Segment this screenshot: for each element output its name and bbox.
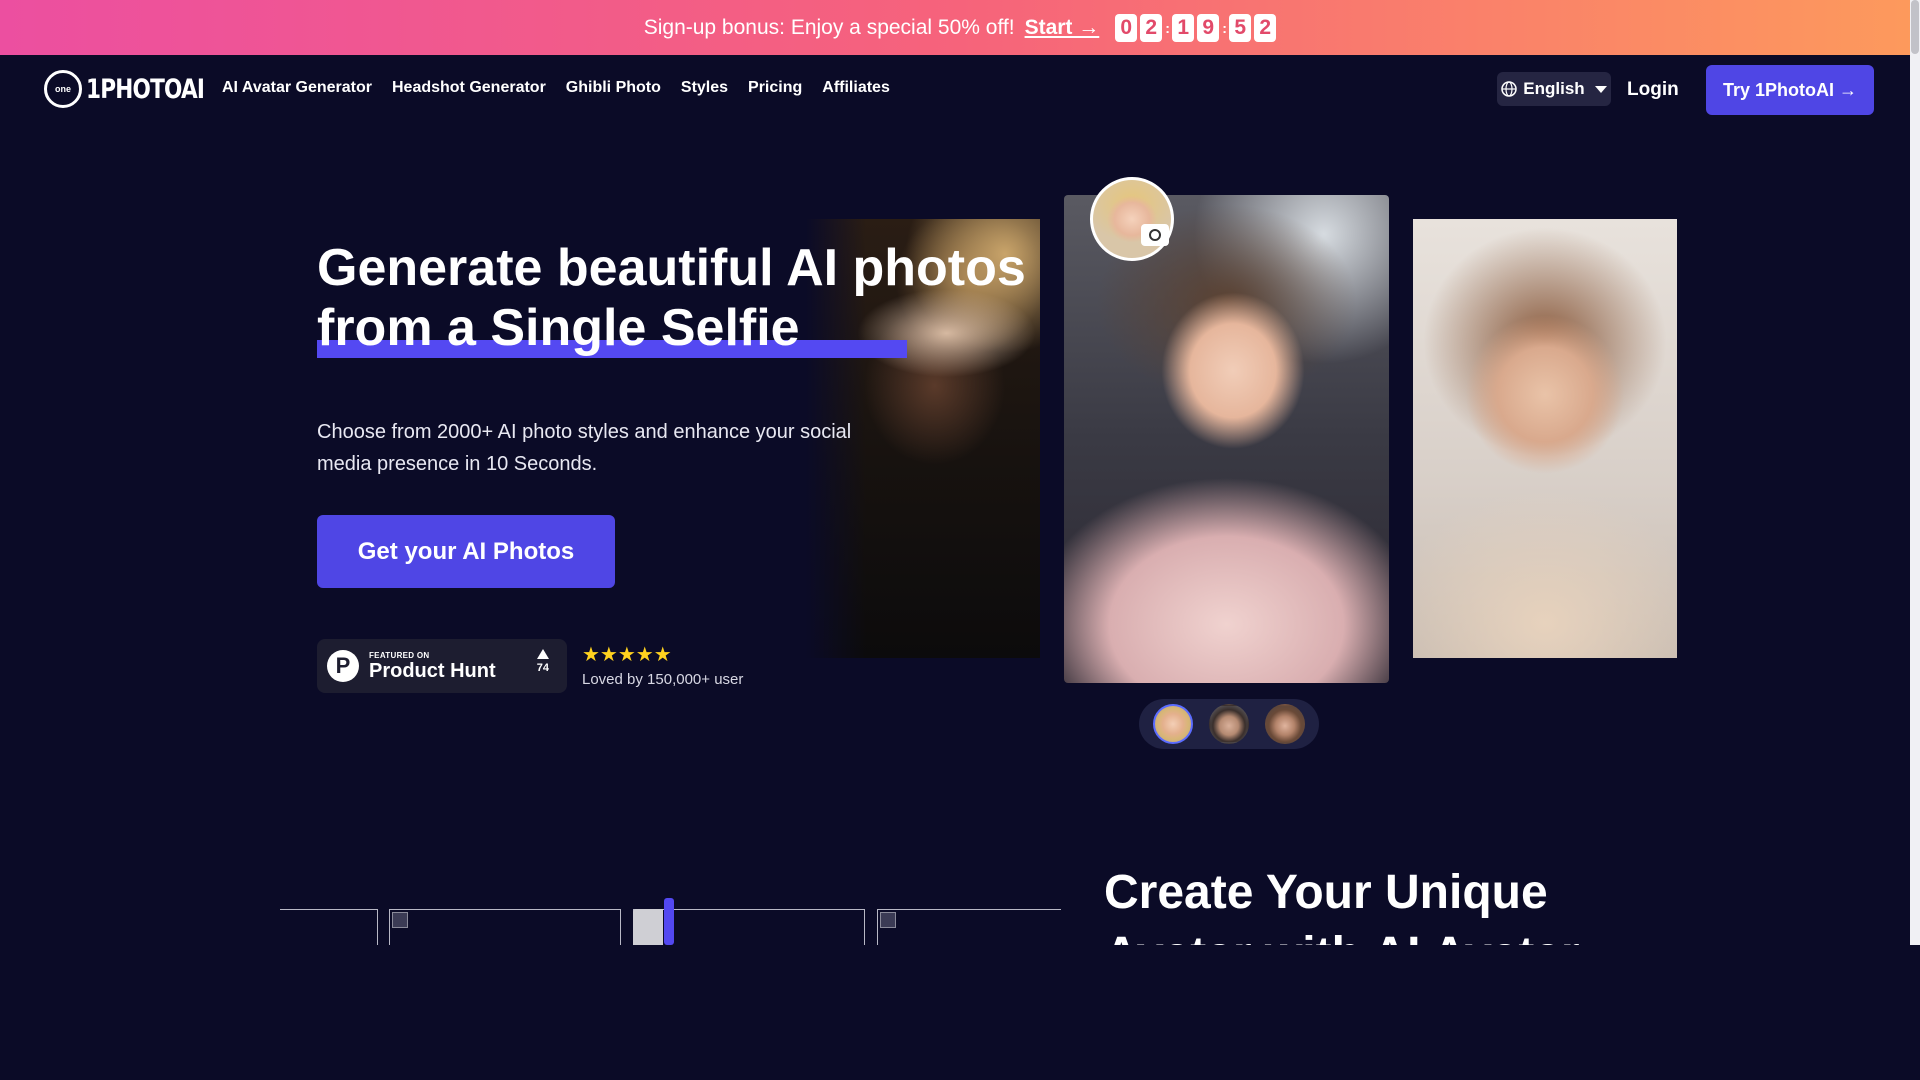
globe-icon [1501, 81, 1518, 97]
try-1photoai-button[interactable]: Try 1PhotoAI → [1706, 65, 1874, 115]
countdown-digit: 0 [1115, 13, 1138, 42]
gallery-accent-bar [664, 898, 674, 945]
switcher-thumb-blonde[interactable] [1153, 704, 1193, 744]
product-hunt-featured: FEATURED ON [369, 650, 430, 660]
gallery-frame [877, 909, 1061, 945]
nav-link-headshot-generator[interactable]: Headshot Generator [392, 79, 546, 97]
promo-text: Sign-up bonus: Enjoy a special 50% off! [643, 15, 1015, 39]
camera-icon [1141, 224, 1169, 246]
language-select[interactable]: English [1497, 72, 1611, 106]
hero-title: Generate beautiful AI photos from a Sing… [317, 238, 1037, 358]
rating-text: Loved by 150,000+ user [582, 671, 744, 688]
nav-link-ai-avatar-generator[interactable]: AI Avatar Generator [222, 79, 372, 97]
star-rating-icons: ★★★★★ [582, 644, 672, 666]
promo-banner: Sign-up bonus: Enjoy a special 50% off! … [0, 0, 1920, 55]
hero-title-line1: Generate beautiful AI photos [317, 239, 1026, 297]
countdown-separator: : [1165, 19, 1170, 36]
selfie-avatar [1090, 177, 1174, 261]
style-switcher [1139, 699, 1319, 749]
hero-title-line2: from a Single Selfie [317, 299, 800, 357]
promo-start-link[interactable]: Start → [1025, 16, 1100, 40]
hero-subtitle: Choose from 2000+ AI photo styles and en… [317, 421, 852, 475]
user-rating: ★★★★★ Loved by 150,000+ user [582, 645, 743, 688]
chevron-down-icon [1594, 85, 1607, 93]
nav-link-affiliates[interactable]: Affiliates [822, 79, 890, 97]
top-navbar: one 1PHOTOAI AI Avatar Generator Headsho… [0, 55, 1900, 125]
gallery-card [633, 909, 663, 945]
section-title: Create Your Unique Avatar with AI Avatar [1104, 866, 1580, 945]
login-link[interactable]: Login [1627, 79, 1679, 101]
nav-link-styles[interactable]: Styles [681, 79, 728, 97]
nav-links: AI Avatar Generator Headshot Generator G… [222, 79, 890, 97]
broken-image-icon [392, 912, 408, 928]
vote-count: 74 [536, 662, 549, 674]
upvote-icon [536, 649, 549, 659]
hero-photo-short-hair [1413, 219, 1677, 658]
logo-text: 1PHOTOAI [86, 73, 205, 105]
broken-image-icon [880, 912, 896, 928]
countdown-digit: 2 [1254, 13, 1277, 42]
countdown-digit: 1 [1172, 13, 1195, 42]
gallery-frame [389, 909, 621, 945]
countdown-digit: 2 [1140, 13, 1163, 42]
logo-badge: one [44, 70, 82, 108]
switcher-thumb-man[interactable] [1209, 704, 1249, 744]
countdown-separator: : [1222, 19, 1227, 36]
countdown-timer: 0 2 : 1 9 : 5 2 [1115, 13, 1277, 42]
product-hunt-name: Product Hunt [369, 659, 496, 682]
product-hunt-badge[interactable]: P FEATURED ON Product Hunt 74 [317, 639, 567, 693]
product-hunt-icon: P [327, 650, 359, 682]
hero-photo-vintage-tiara [1064, 195, 1389, 683]
nav-link-pricing[interactable]: Pricing [748, 79, 802, 97]
scrollbar-thumb[interactable] [1911, 0, 1919, 54]
page-scrollbar[interactable] [1910, 0, 1920, 945]
product-hunt-text: FEATURED ON Product Hunt [369, 651, 496, 682]
countdown-digit: 5 [1229, 13, 1252, 42]
countdown-digit: 9 [1197, 13, 1220, 42]
product-hunt-votes: 74 [537, 649, 549, 674]
language-label: English [1523, 79, 1585, 98]
site-logo[interactable]: one 1PHOTOAI [44, 70, 234, 108]
get-ai-photos-button[interactable]: Get your AI Photos [317, 515, 615, 588]
page-bottom-area [0, 945, 1920, 1080]
nav-link-ghibli-photo[interactable]: Ghibli Photo [566, 79, 661, 97]
gallery-frame [280, 909, 378, 945]
switcher-thumb-brunette[interactable] [1265, 704, 1305, 744]
